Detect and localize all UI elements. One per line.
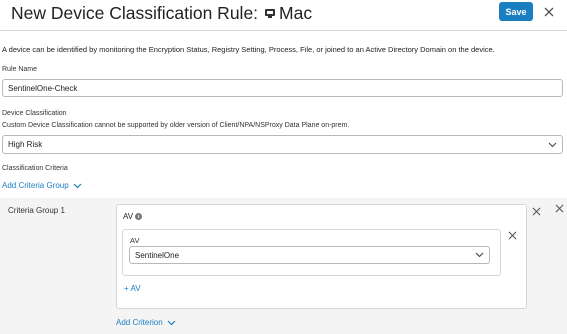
add-av-link[interactable]: + AV [124,284,141,293]
rule-name-label: Rule Name [2,66,38,73]
chevron-down-icon [475,252,484,258]
header-divider [0,30,567,31]
device-classification-value: High Risk [8,140,43,149]
save-button[interactable]: Save [499,2,533,21]
page-title-text: New Device Classification Rule: [11,3,259,23]
classification-criteria-label: Classification Criteria [2,165,68,172]
add-criterion-link[interactable]: Add Criterion [116,318,176,327]
device-classification-select[interactable]: High Risk [2,135,563,154]
av-entry-label: AV [130,236,140,245]
intro-text: A device can be identified by monitoring… [2,45,495,54]
page-title: New Device Classification Rule: Mac [11,3,312,24]
apple-laptop-icon [265,9,276,18]
av-select-value: SentinelOne [135,250,180,260]
av-select[interactable]: SentinelOne [129,246,490,264]
remove-av-entry-close-icon[interactable] [508,231,517,240]
remove-group-close-icon[interactable] [555,204,564,213]
rule-name-input[interactable]: SentinelOne-Check [2,79,563,97]
info-icon[interactable]: i [135,213,143,220]
criterion-title: AV i [123,212,143,221]
close-icon[interactable] [544,7,554,17]
criteria-group-title: Criteria Group 1 [8,206,65,215]
chevron-down-icon [548,142,557,147]
add-criterion-label: Add Criterion [116,318,163,327]
add-criteria-group-link[interactable]: Add Criteria Group [2,181,82,190]
chevron-down-icon [73,183,82,188]
remove-criterion-close-icon[interactable] [532,207,541,216]
chevron-down-icon [167,320,176,325]
criterion-title-text: AV [123,212,134,221]
os-name: Mac [279,3,313,23]
add-criteria-group-label: Add Criteria Group [2,181,69,190]
device-classification-note: Custom Device Classification cannot be s… [2,122,350,129]
device-classification-label: Device Classification [2,110,67,117]
